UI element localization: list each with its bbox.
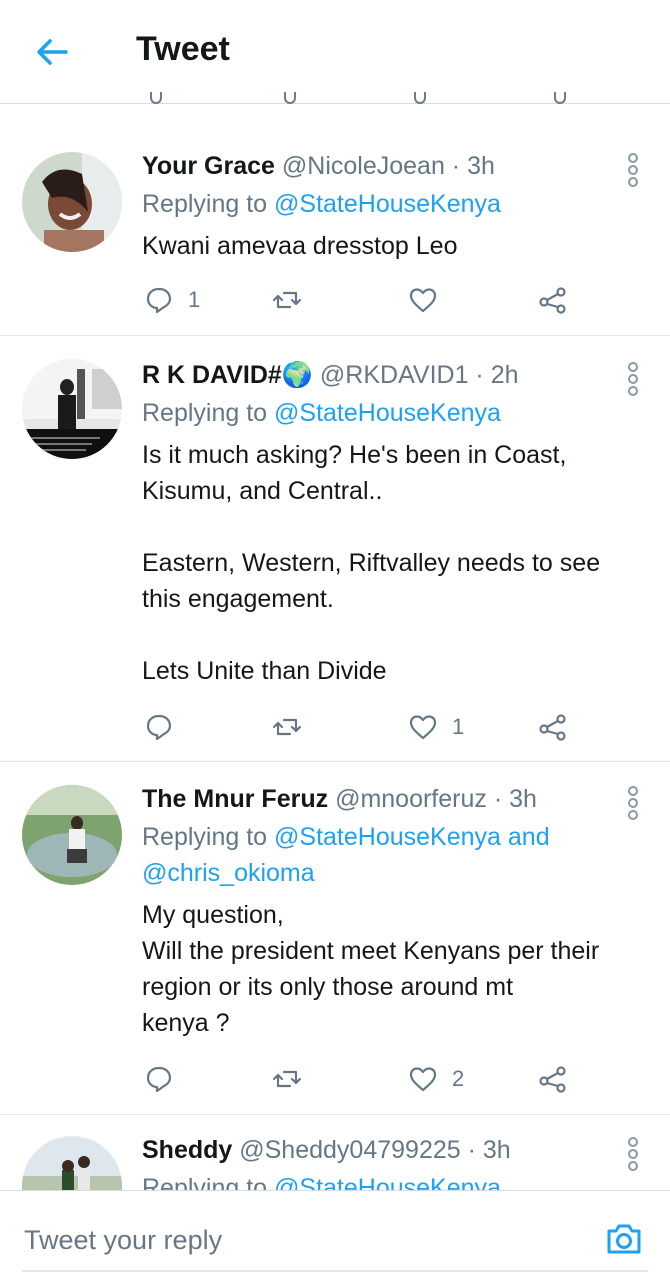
like-icon — [409, 715, 437, 740]
replying-to: Replying to @StateHouseKenya — [142, 190, 501, 218]
reply-icon — [146, 714, 172, 741]
tweet-header: The Mnur Feruz @mnoorferuz · 3h — [142, 785, 610, 814]
more-options-button[interactable] — [626, 1136, 640, 1172]
reply-count: 1 — [188, 287, 201, 312]
reply-to-link[interactable]: @StateHouseKenya — [274, 1174, 501, 1190]
like-icon — [409, 288, 437, 313]
replying-to: Replying to @StateHouseKenya — [142, 1170, 650, 1190]
reply-input-underline — [22, 1270, 648, 1272]
avatar[interactable] — [22, 152, 122, 252]
share-button[interactable] — [538, 280, 568, 320]
replying-to: Replying to @StateHouseKenya — [142, 399, 501, 427]
more-options-icon — [626, 1137, 640, 1171]
share-icon — [539, 714, 566, 741]
like-button[interactable]: 2 — [408, 1059, 464, 1099]
handle-and-time: @mnoorferuz · 3h — [335, 785, 537, 813]
tweet[interactable]: Sheddy @Sheddy04799225 · 3h Replying to … — [0, 1116, 670, 1190]
reply-button[interactable]: 1 — [144, 280, 200, 320]
display-name[interactable]: Sheddy — [142, 1136, 232, 1164]
retweet-icon — [272, 1070, 302, 1088]
display-name[interactable]: Your Grace — [142, 152, 275, 180]
like-icon — [409, 1067, 437, 1092]
tweet-actions: 1 — [142, 707, 582, 747]
like-button[interactable]: 1 — [408, 707, 464, 747]
tweet-header: Your Grace @NicoleJoean · 3h — [142, 152, 610, 181]
avatar[interactable] — [22, 785, 122, 885]
more-options-button[interactable] — [626, 152, 640, 188]
handle-and-time: @RKDAVID1 · 2h — [319, 361, 519, 389]
share-icon — [539, 287, 566, 314]
reply-composer: Tweet your reply — [0, 1190, 670, 1280]
previous-tweet-actions-cutoff — [0, 92, 670, 104]
reply-button[interactable] — [144, 707, 188, 747]
retweet-button[interactable] — [272, 1059, 316, 1099]
tweet-header: R K DAVID#🌍 @RKDAVID1 · 2h — [142, 361, 610, 390]
like-button[interactable] — [408, 280, 452, 320]
reply-to-link[interactable]: @StateHouseKenya — [274, 190, 501, 218]
share-button[interactable] — [538, 707, 568, 747]
camera-icon — [607, 1224, 641, 1254]
more-options-icon — [626, 362, 640, 396]
retweet-icon — [272, 718, 302, 736]
tweet-text: Is it much asking? He's been in Coast, K… — [142, 441, 601, 685]
replying-to: Replying to @StateHouseKenya and @chris_… — [142, 823, 550, 887]
like-count: 1 — [452, 714, 465, 739]
tweet[interactable]: The Mnur Feruz @mnoorferuz · 3h Replying… — [0, 763, 670, 1115]
tweet[interactable]: R K DAVID#🌍 @RKDAVID1 · 2h Replying to @… — [0, 337, 670, 762]
more-options-icon — [626, 153, 640, 187]
share-button[interactable] — [538, 1059, 568, 1099]
like-count: 2 — [452, 1066, 465, 1091]
retweet-button[interactable] — [272, 280, 316, 320]
reply-to-link[interactable]: @StateHouseKenya and — [274, 823, 550, 851]
reply-input[interactable]: Tweet your reply — [24, 1225, 222, 1256]
page-title: Tweet — [136, 30, 230, 68]
avatar[interactable] — [22, 1136, 122, 1190]
reply-to-link-2[interactable]: @chris_okioma — [142, 859, 315, 887]
tweet-actions: 2 — [142, 1059, 582, 1099]
display-name[interactable]: The Mnur Feruz — [142, 785, 328, 813]
reply-button[interactable] — [144, 1059, 188, 1099]
more-options-button[interactable] — [626, 361, 640, 397]
tweet-actions: 1 — [142, 280, 582, 320]
camera-button[interactable] — [604, 1219, 644, 1259]
tweet-header: Sheddy @Sheddy04799225 · 3h — [142, 1136, 610, 1165]
more-options-icon — [626, 786, 640, 820]
back-button[interactable] — [30, 30, 74, 74]
reply-to-link[interactable]: @StateHouseKenya — [274, 399, 501, 427]
retweet-button[interactable] — [272, 707, 316, 747]
share-icon — [539, 1066, 566, 1093]
handle-and-time: @Sheddy04799225 · 3h — [239, 1136, 511, 1164]
top-bar: Tweet — [0, 0, 670, 104]
more-options-button[interactable] — [626, 785, 640, 821]
handle-and-time: @NicoleJoean · 3h — [281, 152, 495, 180]
reply-icon — [146, 1066, 172, 1093]
tweet-text: My question, Will the president meet Ken… — [142, 901, 600, 1037]
avatar[interactable] — [22, 359, 122, 459]
display-name[interactable]: R K DAVID#🌍 — [142, 361, 313, 389]
reply-icon — [146, 287, 172, 314]
back-arrow-icon — [37, 39, 68, 65]
tweet[interactable]: Your Grace @NicoleJoean · 3h Replying to… — [0, 130, 670, 336]
retweet-icon — [272, 291, 302, 309]
tweet-text: Kwani amevaa dresstop Leo — [142, 232, 458, 260]
